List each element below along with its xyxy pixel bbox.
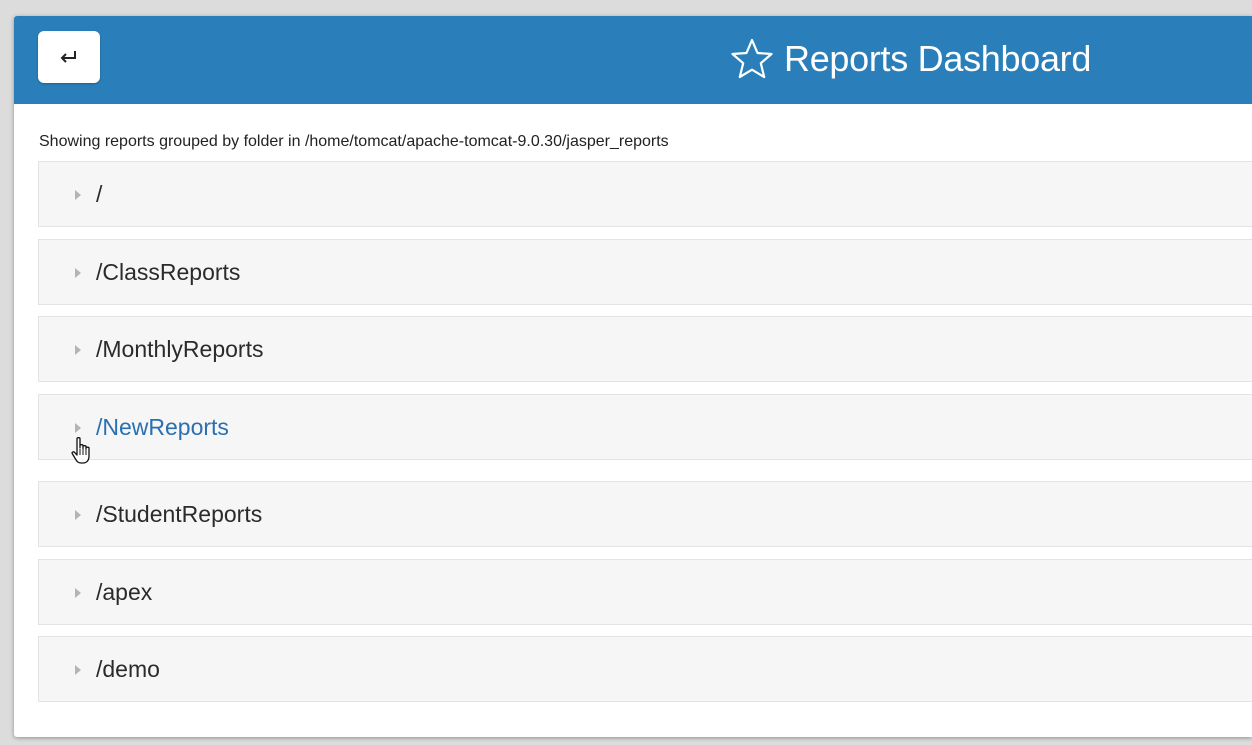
reports-panel: Reports Dashboard Showing reports groupe… — [14, 16, 1252, 737]
folder-item-studentreports[interactable]: /StudentReports — [38, 481, 1252, 547]
header-bar: Reports Dashboard — [14, 16, 1252, 104]
folder-label: /StudentReports — [96, 501, 263, 527]
star-outline-icon — [730, 38, 774, 80]
caret-right-icon — [75, 510, 81, 520]
return-arrow-icon — [60, 51, 76, 63]
back-button[interactable] — [38, 31, 100, 83]
folder-item-apex[interactable]: /apex — [38, 559, 1252, 625]
folder-item-demo[interactable]: /demo — [38, 636, 1252, 702]
page-title-group: Reports Dashboard — [730, 34, 1091, 84]
caret-right-icon — [75, 190, 81, 200]
folder-label: /ClassReports — [96, 259, 241, 285]
caret-right-icon — [75, 268, 81, 278]
folder-path-info: Showing reports grouped by folder in /ho… — [39, 133, 669, 150]
folder-item-monthlyreports[interactable]: /MonthlyReports — [38, 316, 1252, 382]
folder-label: /demo — [96, 656, 160, 682]
caret-right-icon — [75, 423, 81, 433]
caret-right-icon — [75, 588, 81, 598]
page-title: Reports Dashboard — [784, 38, 1092, 79]
folder-item-root[interactable]: / — [38, 161, 1252, 227]
folder-label: / — [96, 181, 103, 207]
folder-label: /apex — [96, 579, 153, 605]
caret-right-icon — [75, 665, 81, 675]
folder-item-newreports[interactable]: /NewReports — [38, 394, 1252, 460]
folder-item-classreports[interactable]: /ClassReports — [38, 239, 1252, 305]
folder-label: /NewReports — [96, 414, 229, 440]
folder-label: /MonthlyReports — [96, 336, 264, 362]
caret-right-icon — [75, 345, 81, 355]
